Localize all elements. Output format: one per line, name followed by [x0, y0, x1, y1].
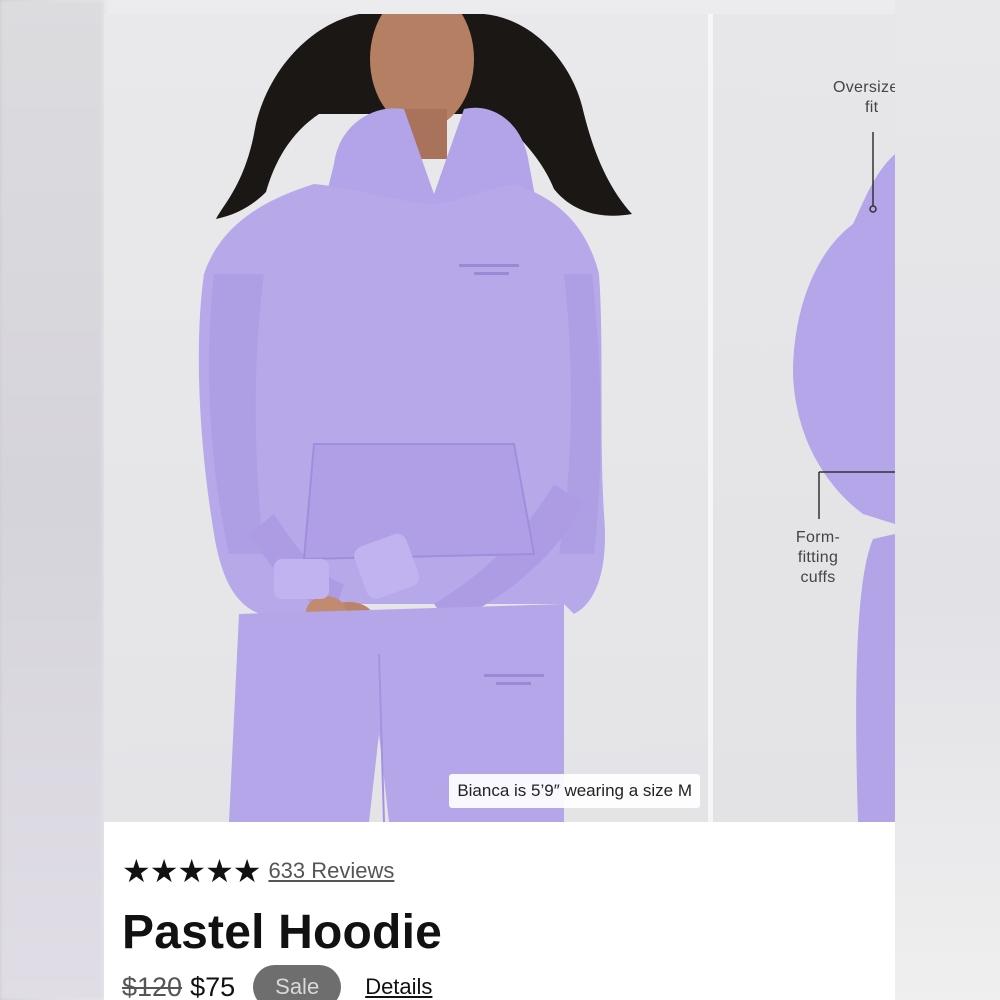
product-title: Pastel Hoodie	[122, 906, 443, 959]
product-image-main[interactable]: Bianca is 5’9″ wearing a size M	[104, 14, 708, 822]
oversize-fit-callout: Oversize fit	[825, 78, 895, 118]
detail-photo-illustration	[793, 132, 895, 822]
product-info: ★★★★★ 633 Reviews Pastel Hoodie $120 $75…	[104, 822, 895, 1000]
sale-badge: Sale	[253, 965, 342, 1000]
details-link[interactable]: Details	[365, 974, 432, 1000]
model-size-caption: Bianca is 5’9″ wearing a size M	[449, 774, 700, 808]
original-price: $120	[122, 971, 183, 1000]
callout-text: fit	[865, 99, 879, 116]
image-carousel[interactable]: Bianca is 5’9″ wearing a size M Oversize…	[104, 14, 895, 822]
callout-text: fitting	[797, 549, 839, 566]
model-photo-illustration	[198, 14, 632, 822]
callout-text: Form-	[795, 529, 841, 546]
left-blurred-margin	[0, 0, 104, 1000]
product-image-next[interactable]: Oversize fit Form- fitting cuffs	[713, 14, 895, 822]
sale-price: $75	[190, 971, 236, 1000]
rating-row: ★★★★★ 633 Reviews	[122, 852, 394, 890]
form-fitting-cuffs-callout: Form- fitting cuffs	[783, 528, 853, 588]
callout-text: cuffs	[800, 569, 836, 586]
callout-text: Oversize	[833, 79, 895, 96]
price-row: $120 $75 Sale Details	[122, 965, 432, 1000]
right-blurred-margin	[895, 0, 1000, 1000]
product-card: Bianca is 5’9″ wearing a size M Oversize…	[104, 14, 895, 1000]
reviews-link[interactable]: 633 Reviews	[268, 858, 394, 884]
star-rating-icon: ★★★★★	[122, 853, 261, 889]
